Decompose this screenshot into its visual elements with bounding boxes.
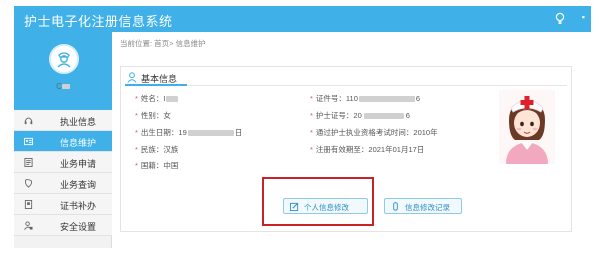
required-marker: * xyxy=(310,128,313,137)
field-label: 民族： xyxy=(140,145,164,154)
field-exam-date: * 通过护士执业资格考试时间：2010年 xyxy=(310,127,438,138)
masked-text xyxy=(61,84,70,90)
field-label: 通过护士执业资格考试时间： xyxy=(315,128,414,137)
nurse-avatar-icon xyxy=(57,52,71,68)
sidebar-item-info-maintenance[interactable]: 信息维护 xyxy=(14,131,112,152)
sidebar: C 执业信息 信息维护 业务申请 业务查询 证书补办 安全设置 xyxy=(14,32,112,248)
field-value: 2010年 xyxy=(413,128,438,137)
masked-text xyxy=(165,96,178,103)
field-label: 证件号： xyxy=(315,94,346,103)
field-value: 中国 xyxy=(163,161,179,170)
sidebar-item-label: 安全设置 xyxy=(60,222,97,232)
field-label: 注册有效期至： xyxy=(315,145,369,154)
field-id-number: * 证件号：110 6 xyxy=(310,93,420,104)
headset-icon xyxy=(24,117,33,125)
masked-text xyxy=(358,96,415,103)
field-registration-expiry: * 注册有效期至：2021年01月17日 xyxy=(310,144,424,155)
field-name: * 姓名：I xyxy=(135,93,178,104)
field-value-prefix: 20 xyxy=(353,111,362,120)
field-value-suffix: 日 xyxy=(234,128,243,137)
required-marker: * xyxy=(135,145,138,154)
button-label: 信息修改记录 xyxy=(405,203,450,212)
field-value-suffix: 6 xyxy=(415,94,421,103)
id-card-icon xyxy=(24,137,33,146)
sidebar-item-practice-info[interactable]: 执业信息 xyxy=(14,110,112,131)
nurse-photo xyxy=(499,90,555,164)
required-marker: * xyxy=(135,161,138,170)
sidebar-item-business-query[interactable]: 业务查询 xyxy=(14,173,112,194)
section-title-underline xyxy=(125,84,187,86)
top-bar: 护士电子化注册信息系统 ▪ xyxy=(14,6,591,32)
field-value: 女 xyxy=(163,111,171,120)
app-title: 护士电子化注册信息系统 xyxy=(24,14,173,29)
field-nationality: * 国籍：中国 xyxy=(135,160,178,171)
field-value-prefix: 110 xyxy=(345,94,358,103)
required-marker: * xyxy=(135,111,138,120)
divider xyxy=(125,85,567,86)
sidebar-item-business-apply[interactable]: 业务申请 xyxy=(14,152,112,173)
lightbulb-icon[interactable] xyxy=(555,12,565,26)
field-birth-date: * 出生日期：19 日 xyxy=(135,127,242,138)
sidebar-item-label: 执业信息 xyxy=(60,117,97,127)
sidebar-menu: 执业信息 信息维护 业务申请 业务查询 证书补办 安全设置 xyxy=(14,110,112,236)
breadcrumb: 当前位置: 首页> 信息维护 xyxy=(120,39,206,48)
sidebar-item-label: 信息维护 xyxy=(60,138,97,148)
field-label: 性别： xyxy=(140,111,164,120)
field-value: 2021年01月17日 xyxy=(368,145,425,154)
edit-personal-info-button[interactable]: 个人信息修改 xyxy=(283,198,368,214)
edit-icon xyxy=(290,202,299,211)
required-marker: * xyxy=(135,128,138,137)
required-marker: * xyxy=(310,111,313,120)
required-marker: * xyxy=(310,145,313,154)
sidebar-item-certificate-reissue[interactable]: 证书补办 xyxy=(14,194,112,215)
user-name: C xyxy=(14,82,112,91)
field-label: 国籍： xyxy=(140,161,164,170)
certificate-icon xyxy=(24,200,33,209)
sidebar-item-label: 业务申请 xyxy=(60,159,97,169)
info-change-history-button[interactable]: 信息修改记录 xyxy=(384,198,462,214)
form-icon xyxy=(24,158,33,167)
required-marker: * xyxy=(135,94,138,103)
query-icon xyxy=(25,179,32,188)
field-nurse-cert-number: * 护士证号：20 6 xyxy=(310,110,410,121)
field-value-prefix: 19 xyxy=(178,128,187,137)
avatar xyxy=(49,44,79,74)
field-value-suffix: 6 xyxy=(405,111,410,120)
user-icon xyxy=(127,72,137,83)
masked-text xyxy=(187,130,234,137)
field-label: 出生日期： xyxy=(140,128,179,137)
more-icon[interactable]: ▪ xyxy=(582,12,585,22)
button-label: 个人信息修改 xyxy=(304,203,349,212)
attachment-icon xyxy=(393,202,398,211)
user-lock-icon xyxy=(24,221,33,230)
sidebar-item-security-settings[interactable]: 安全设置 xyxy=(14,215,112,236)
profile-card: C xyxy=(14,32,112,110)
sidebar-item-label: 证书补办 xyxy=(60,201,97,211)
masked-text xyxy=(363,113,404,120)
field-value: 汉族 xyxy=(163,145,179,154)
sidebar-item-label: 业务查询 xyxy=(60,180,97,190)
field-ethnicity: * 民族：汉族 xyxy=(135,144,178,155)
field-label: 护士证号： xyxy=(315,111,354,120)
field-gender: * 性别：女 xyxy=(135,110,171,121)
required-marker: * xyxy=(310,94,313,103)
field-label: 姓名： xyxy=(140,94,164,103)
